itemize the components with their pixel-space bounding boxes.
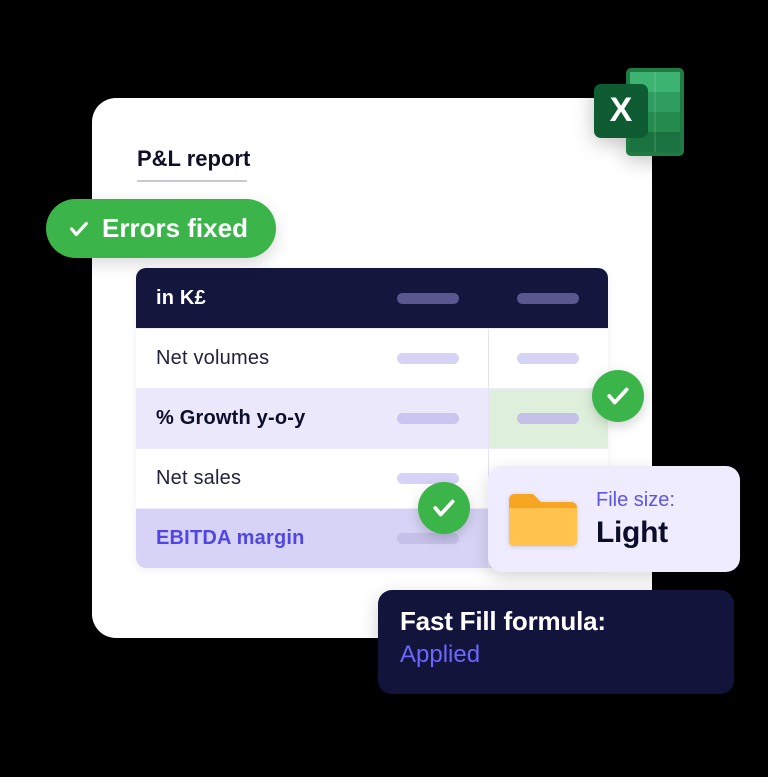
cell-value bbox=[489, 329, 609, 388]
svg-text:X: X bbox=[610, 91, 633, 129]
placeholder-bar bbox=[517, 353, 579, 364]
check-icon bbox=[431, 495, 457, 521]
row-label: Net volumes bbox=[136, 329, 368, 388]
check-badge bbox=[592, 370, 644, 422]
check-icon bbox=[605, 383, 631, 409]
check-icon bbox=[68, 218, 90, 240]
fast-fill-card: Fast Fill formula: Applied bbox=[378, 590, 734, 694]
table-header-row: in K£ bbox=[136, 268, 608, 328]
placeholder-bar bbox=[517, 293, 579, 304]
header-label: in K£ bbox=[136, 268, 368, 328]
table-row: % Growth y-o-y bbox=[136, 388, 608, 448]
fast-fill-value: Applied bbox=[400, 641, 712, 669]
fast-fill-label: Fast Fill formula: bbox=[400, 606, 712, 637]
placeholder-bar bbox=[397, 293, 459, 304]
table-row: Net volumes bbox=[136, 328, 608, 388]
row-label: EBITDA margin bbox=[136, 509, 368, 568]
title-underline bbox=[137, 180, 247, 182]
header-col-1 bbox=[368, 268, 489, 328]
row-label: Net sales bbox=[136, 449, 368, 508]
file-size-card: File size: Light bbox=[488, 466, 740, 572]
file-size-text: File size: Light bbox=[596, 489, 675, 550]
stage: P&L report in K£ Net volumes % Growth y-… bbox=[0, 0, 768, 777]
check-badge bbox=[418, 482, 470, 534]
folder-icon bbox=[506, 488, 580, 550]
row-label: % Growth y-o-y bbox=[136, 389, 368, 448]
file-size-label: File size: bbox=[596, 489, 675, 512]
cell-value-highlighted bbox=[489, 389, 609, 448]
placeholder-bar bbox=[397, 353, 459, 364]
placeholder-bar bbox=[397, 533, 459, 544]
cell-value bbox=[368, 329, 489, 388]
placeholder-bar bbox=[397, 413, 459, 424]
card-title: P&L report bbox=[137, 146, 250, 172]
excel-icon: X bbox=[586, 62, 694, 162]
placeholder-bar bbox=[517, 413, 579, 424]
errors-fixed-label: Errors fixed bbox=[102, 213, 248, 244]
errors-fixed-badge: Errors fixed bbox=[46, 199, 276, 258]
header-col-2 bbox=[489, 268, 609, 328]
cell-value bbox=[368, 389, 489, 448]
file-size-value: Light bbox=[596, 516, 675, 550]
